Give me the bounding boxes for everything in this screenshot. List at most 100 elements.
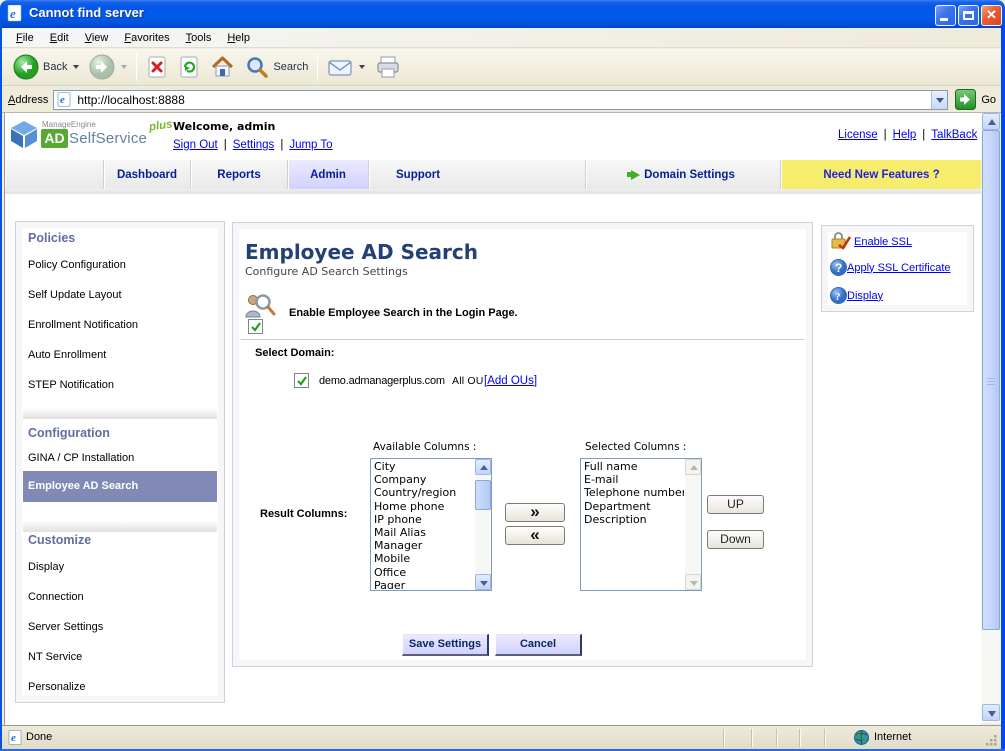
- menu-tools[interactable]: Tools: [178, 29, 220, 47]
- window-border-right: [1001, 27, 1005, 749]
- scrollbar-thumb[interactable]: [982, 130, 1000, 630]
- forward-button[interactable]: [84, 51, 132, 83]
- sidebar-item-personalize[interactable]: Personalize: [28, 681, 85, 693]
- minimize-button[interactable]: [935, 5, 956, 26]
- sidebar-item-self-update-layout[interactable]: Self Update Layout: [28, 289, 122, 301]
- stop-button[interactable]: [141, 51, 173, 83]
- cancel-button[interactable]: Cancel: [495, 634, 582, 656]
- enable-ssl-link[interactable]: Enable SSL: [854, 236, 912, 248]
- nav-underline: [5, 189, 981, 194]
- security-zone-label: Internet: [874, 731, 912, 743]
- list-option[interactable]: Pager: [374, 579, 474, 589]
- sidebar-item-gina-cp-installation[interactable]: GINA / CP Installation: [28, 452, 134, 464]
- tab-need-new-features[interactable]: Need New Features ?: [781, 160, 981, 189]
- menu-file[interactable]: File: [8, 29, 42, 47]
- list-option[interactable]: Full name: [584, 460, 684, 473]
- help-link[interactable]: Help: [893, 129, 917, 141]
- list-option[interactable]: Manager: [374, 539, 474, 552]
- menu-edit[interactable]: Edit: [42, 29, 77, 47]
- available-columns-listbox[interactable]: City Company Country/region Home phone I…: [370, 458, 492, 591]
- sidebar-item-step-notification[interactable]: STEP Notification: [28, 379, 114, 391]
- sidebar-item-server-settings[interactable]: Server Settings: [28, 621, 103, 633]
- scroll-down-icon[interactable]: [475, 574, 491, 590]
- enable-search-checkbox[interactable]: [248, 319, 263, 334]
- mail-dropdown-arrow[interactable]: [359, 65, 366, 69]
- list-option[interactable]: Office: [374, 566, 474, 579]
- up-button[interactable]: UP: [707, 495, 764, 514]
- sidebar-section-policies: Policies: [28, 231, 76, 245]
- mail-button[interactable]: [322, 51, 370, 83]
- sidebar: Policies Policy Configuration Self Updat…: [15, 221, 225, 703]
- go-label[interactable]: Go: [981, 94, 996, 106]
- menu-favorites[interactable]: Favorites: [116, 29, 177, 47]
- back-button[interactable]: Back: [8, 51, 84, 83]
- maximize-button[interactable]: [958, 5, 979, 26]
- list-option[interactable]: Telephone number: [584, 486, 684, 499]
- all-ou-label: All OU: [452, 375, 484, 387]
- address-input[interactable]: e http://localhost:8888: [53, 89, 949, 110]
- save-settings-button[interactable]: Save Settings: [402, 634, 489, 656]
- scroll-up-icon[interactable]: [475, 459, 491, 475]
- list-option[interactable]: Description: [584, 513, 684, 526]
- add-ous-link[interactable]: [Add OUs]: [484, 375, 537, 387]
- result-columns-label: Result Columns:: [260, 508, 348, 520]
- address-bar: Address e http://localhost:8888 Go: [2, 87, 1001, 113]
- down-button[interactable]: Down: [707, 530, 764, 549]
- sign-out-link[interactable]: Sign Out: [173, 139, 218, 151]
- scroll-thumb[interactable]: [475, 480, 491, 510]
- go-icon[interactable]: [955, 89, 977, 110]
- remove-columns-button[interactable]: «: [505, 526, 565, 545]
- add-columns-button[interactable]: »: [505, 503, 565, 522]
- domain-checkbox[interactable]: [294, 373, 309, 388]
- list-option[interactable]: Mail Alias: [374, 526, 474, 539]
- list-option[interactable]: Department: [584, 500, 684, 513]
- list-option[interactable]: E-mail: [584, 473, 684, 486]
- selected-columns-listbox[interactable]: Full name E-mail Telephone number Depart…: [580, 458, 702, 591]
- list-option[interactable]: Country/region: [374, 486, 474, 499]
- scroll-down-icon: [685, 574, 701, 590]
- tab-dashboard[interactable]: Dashboard: [104, 160, 191, 189]
- list-option[interactable]: Company: [374, 473, 474, 486]
- talkback-link[interactable]: TalkBack: [931, 129, 977, 141]
- welcome-text: Welcome, admin: [173, 120, 276, 133]
- tab-domain-settings[interactable]: Domain Settings: [586, 160, 781, 189]
- display-link[interactable]: Display: [847, 290, 883, 302]
- back-dropdown-arrow[interactable]: [73, 65, 80, 69]
- close-button[interactable]: ✕: [981, 5, 1002, 26]
- print-button[interactable]: [370, 51, 406, 83]
- list-option[interactable]: City: [374, 460, 474, 473]
- menu-bar: File Edit View Favorites Tools Help: [2, 28, 1001, 48]
- list-option[interactable]: IP phone: [374, 513, 474, 526]
- list-option[interactable]: Mobile: [374, 552, 474, 565]
- scrollbar-up-icon[interactable]: [982, 113, 1000, 130]
- tab-support[interactable]: Support: [369, 160, 586, 189]
- tab-reports[interactable]: Reports: [191, 160, 288, 189]
- list-option[interactable]: Home phone: [374, 500, 474, 513]
- sidebar-item-enrollment-notification[interactable]: Enrollment Notification: [28, 319, 138, 331]
- main-panel: Employee AD Search Configure AD Search S…: [232, 222, 813, 667]
- sidebar-item-policy-configuration[interactable]: Policy Configuration: [28, 259, 126, 271]
- address-dropdown[interactable]: [931, 90, 948, 109]
- sidebar-item-employee-ad-search[interactable]: Employee AD Search: [23, 471, 217, 502]
- settings-link[interactable]: Settings: [233, 139, 275, 151]
- sidebar-item-auto-enrollment[interactable]: Auto Enrollment: [28, 349, 106, 361]
- search-button[interactable]: Search: [240, 51, 313, 83]
- sidebar-item-display[interactable]: Display: [28, 561, 64, 573]
- menu-help[interactable]: Help: [219, 29, 258, 47]
- address-url[interactable]: http://localhost:8888: [77, 93, 184, 107]
- refresh-button[interactable]: [173, 51, 205, 83]
- sidebar-item-nt-service[interactable]: NT Service: [28, 651, 82, 663]
- apply-ssl-certificate-link[interactable]: Apply SSL Certificate: [847, 262, 951, 274]
- svg-text:?: ?: [835, 261, 842, 275]
- scroll-up-icon: [685, 459, 701, 475]
- listbox-scrollbar[interactable]: [475, 459, 491, 590]
- tab-admin[interactable]: Admin: [288, 160, 369, 189]
- resize-grip[interactable]: [984, 733, 998, 747]
- home-button[interactable]: [205, 51, 240, 83]
- jump-to-link[interactable]: Jump To: [289, 139, 332, 151]
- license-link[interactable]: License: [838, 129, 878, 141]
- scrollbar-down-icon[interactable]: [982, 704, 1000, 721]
- window-scrollbar[interactable]: [981, 113, 1001, 723]
- menu-view[interactable]: View: [77, 29, 117, 47]
- sidebar-item-connection[interactable]: Connection: [28, 591, 84, 603]
